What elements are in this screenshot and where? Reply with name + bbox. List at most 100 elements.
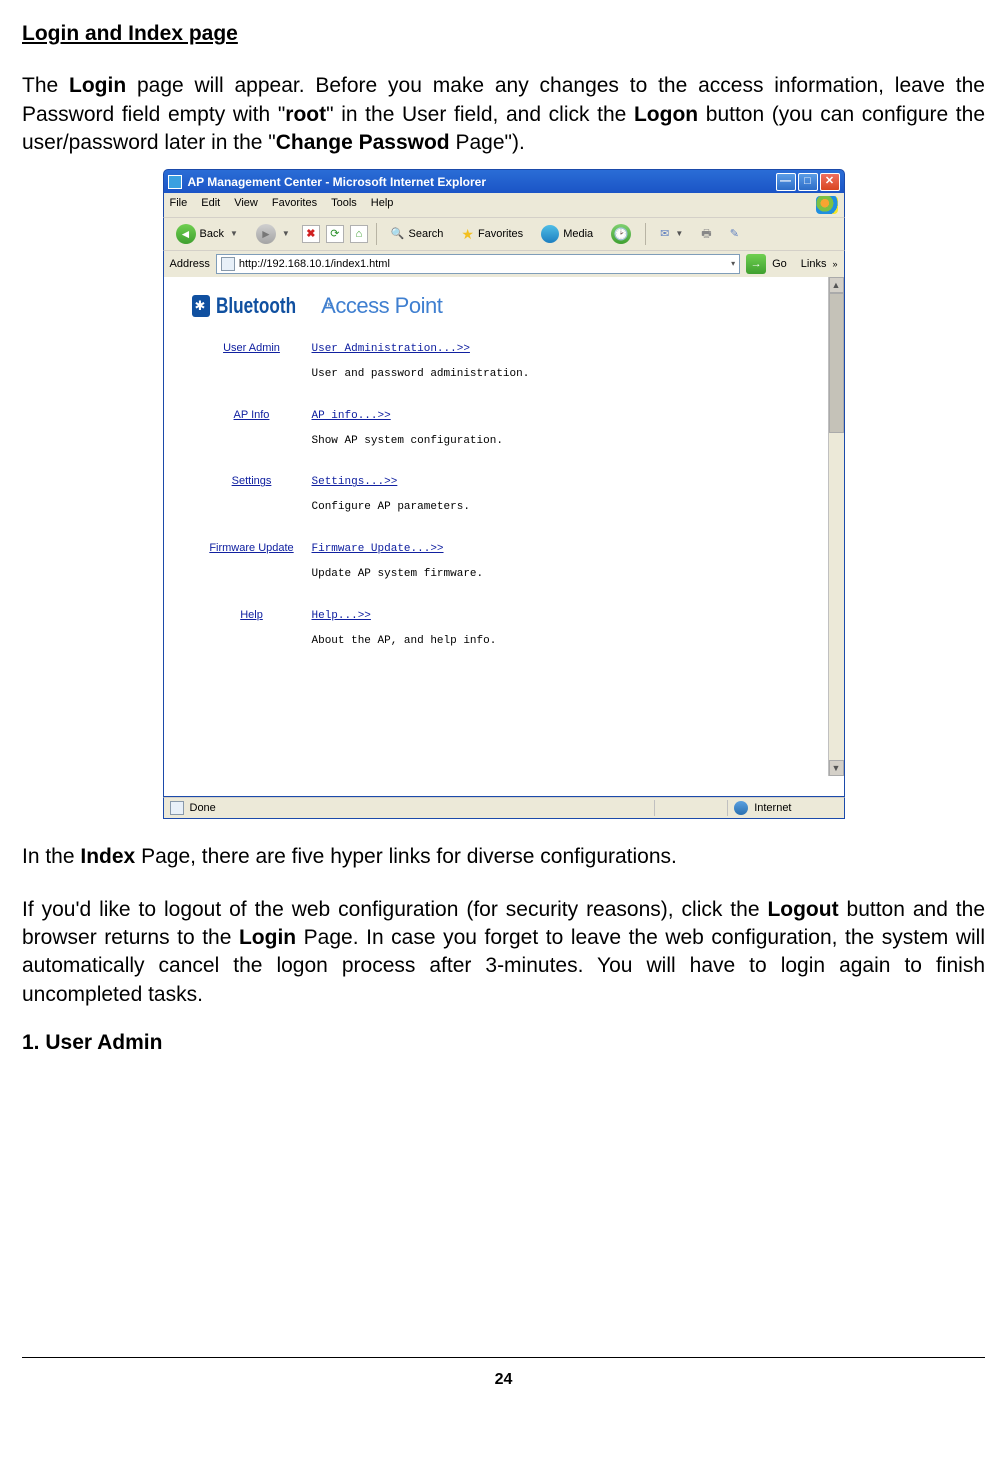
menu-edit[interactable]: Edit (201, 196, 220, 214)
sidebar-link-settings[interactable]: Settings (192, 474, 312, 489)
menu-file[interactable]: File (170, 196, 188, 214)
browser-viewport: ▲ ▼ Bluetooth™ Access Point User Admin U… (163, 277, 845, 797)
sidebar-link-ap-info[interactable]: AP Info (192, 408, 312, 423)
menu-bar: File Edit View Favorites Tools Help (163, 193, 845, 217)
home-button[interactable]: ⌂ (350, 225, 368, 243)
paragraph-1: The Login page will appear. Before you m… (22, 72, 985, 157)
menu-tools[interactable]: Tools (331, 196, 357, 214)
chevron-down-icon[interactable]: ▾ (731, 259, 735, 270)
window-titlebar[interactable]: AP Management Center - Microsoft Interne… (163, 169, 845, 193)
sidebar-link-help[interactable]: Help (192, 608, 312, 623)
windows-logo-icon (816, 196, 838, 214)
go-button[interactable]: → (746, 254, 766, 274)
index-row-ap-info: AP Info AP info...>> Show AP system conf… (192, 408, 814, 449)
vertical-scrollbar[interactable]: ▲ ▼ (828, 277, 844, 776)
link-settings[interactable]: Settings...>> (312, 476, 398, 488)
address-label: Address (170, 257, 210, 272)
link-ap-info[interactable]: AP info...>> (312, 410, 391, 422)
toolbar-separator (376, 223, 377, 245)
go-label: Go (772, 257, 787, 272)
scroll-up-button[interactable]: ▲ (829, 277, 844, 293)
page-logo: Bluetooth™ Access Point (192, 291, 814, 321)
history-icon: 🕑 (611, 224, 631, 244)
media-button[interactable]: Media (535, 223, 599, 245)
address-input[interactable]: http://192.168.10.1/index1.html ▾ (216, 254, 740, 274)
index-row-help: Help Help...>> About the AP, and help in… (192, 608, 814, 649)
link-firmware-update[interactable]: Firmware Update...>> (312, 543, 444, 555)
logo-sub: Access Point (321, 291, 442, 321)
scroll-down-button[interactable]: ▼ (829, 760, 844, 776)
desc-firmware-update: Update AP system firmware. (312, 567, 814, 582)
page-icon (221, 257, 235, 271)
forward-button[interactable]: ► ▼ (250, 222, 296, 246)
text-bold: Logout (767, 898, 838, 921)
toolbar: ◄ Back ▼ ► ▼ ✖ ⟳ ⌂ 🔍 Search ★ Favorites … (163, 217, 845, 250)
edit-icon: ✎ (730, 227, 739, 242)
minimize-button[interactable]: — (776, 173, 796, 191)
paragraph-2: In the Index Page, there are five hyper … (22, 843, 985, 871)
back-button[interactable]: ◄ Back ▼ (170, 222, 244, 246)
mail-button[interactable]: ✉ ▼ (654, 225, 689, 244)
desc-ap-info: Show AP system configuration. (312, 434, 814, 449)
star-icon: ★ (461, 225, 474, 244)
menu-favorites[interactable]: Favorites (272, 196, 317, 214)
search-icon: 🔍 (391, 227, 405, 242)
menu-help[interactable]: Help (371, 196, 394, 214)
maximize-button[interactable]: □ (798, 173, 818, 191)
text-bold: Logon (634, 103, 698, 126)
index-row-settings: Settings Settings...>> Configure AP para… (192, 474, 814, 515)
page-icon (170, 801, 184, 815)
window-title: AP Management Center - Microsoft Interne… (188, 174, 487, 190)
status-separator (654, 800, 655, 816)
favorites-button[interactable]: ★ Favorites (455, 223, 529, 246)
chevron-down-icon: ▼ (230, 229, 238, 240)
status-zone: Internet (754, 801, 791, 816)
text: The (22, 74, 69, 97)
mail-icon: ✉ (660, 227, 669, 242)
logo-brand: Bluetooth (216, 291, 296, 321)
status-bar: Done Internet (163, 797, 845, 819)
scroll-thumb[interactable] (829, 293, 844, 433)
chevron-down-icon: ▼ (675, 229, 683, 240)
toolbar-separator (645, 223, 646, 245)
desc-settings: Configure AP parameters. (312, 500, 814, 515)
horizontal-rule (22, 1357, 985, 1358)
print-button[interactable]: 🖶 (695, 225, 717, 244)
refresh-button[interactable]: ⟳ (326, 225, 344, 243)
edit-button[interactable]: ✎ (724, 225, 745, 244)
text: Page, there are five hyper links for div… (135, 845, 677, 868)
stop-x-icon: ✖ (306, 227, 315, 242)
url-text: http://192.168.10.1/index1.html (239, 257, 390, 272)
ie-icon (168, 175, 182, 189)
section-heading: Login and Index page (22, 20, 985, 48)
text-bold: Change Passwod (276, 131, 450, 154)
status-text: Done (190, 801, 216, 816)
menu-view[interactable]: View (234, 196, 258, 214)
index-row-firmware: Firmware Update Firmware Update...>> Upd… (192, 541, 814, 582)
internet-zone-icon (734, 801, 748, 815)
history-button[interactable]: 🕑 (605, 222, 637, 246)
text-bold: root (285, 103, 326, 126)
links-expand-icon[interactable]: » (832, 258, 837, 270)
print-icon: 🖶 (701, 227, 711, 242)
sidebar-link-user-admin[interactable]: User Admin (192, 341, 312, 356)
text-bold: Login (239, 926, 296, 949)
text: In the (22, 845, 80, 868)
page-number: 24 (22, 1369, 985, 1391)
link-help[interactable]: Help...>> (312, 610, 371, 622)
search-button[interactable]: 🔍 Search (385, 225, 450, 244)
desc-user-admin: User and password administration. (312, 367, 814, 382)
media-icon (541, 225, 559, 243)
text: If you'd like to logout of the web confi… (22, 898, 767, 921)
links-label[interactable]: Links (801, 257, 827, 272)
link-user-administration[interactable]: User Administration...>> (312, 343, 470, 355)
status-separator (727, 800, 728, 816)
index-row-user-admin: User Admin User Administration...>> User… (192, 341, 814, 382)
back-label: Back (200, 227, 224, 242)
favorites-label: Favorites (478, 227, 523, 242)
refresh-icon: ⟳ (330, 227, 339, 242)
back-arrow-icon: ◄ (176, 224, 196, 244)
sidebar-link-firmware-update[interactable]: Firmware Update (192, 541, 312, 556)
close-button[interactable]: ✕ (820, 173, 840, 191)
stop-button[interactable]: ✖ (302, 225, 320, 243)
